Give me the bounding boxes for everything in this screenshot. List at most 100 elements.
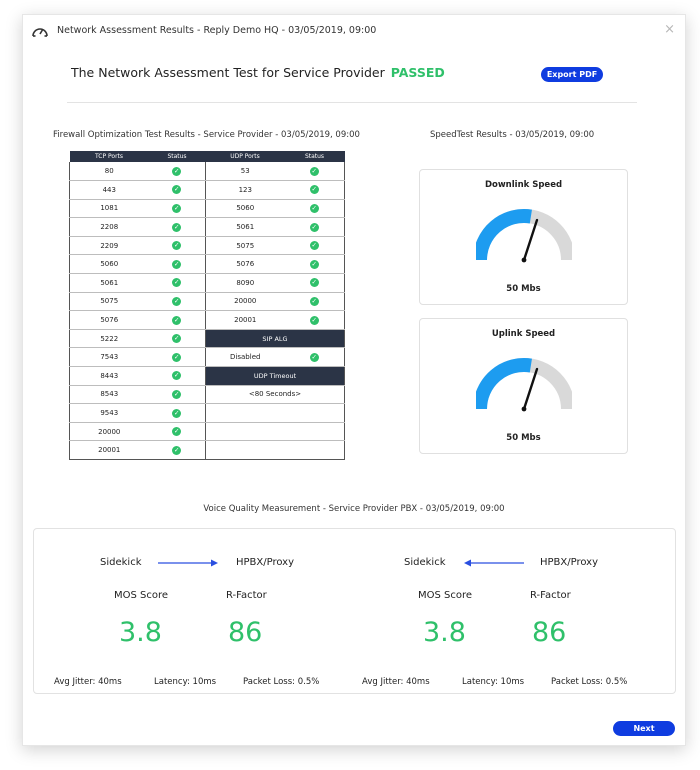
tcp-status-cell: ✓ [148,162,206,182]
status-check-icon: ✓ [309,278,319,288]
tcp-status-cell: ✓ [148,292,206,312]
status-check-icon: ✓ [172,185,182,195]
sip-alg-header: SIP ALG [205,329,345,349]
table-row: 5075 ✓ 20000 ✓ [69,292,345,312]
window-title: Network Assessment Results - Reply Demo … [57,25,377,36]
downlink-gauge [476,209,572,263]
tcp-port-cell: 2208 [69,217,149,237]
column-header: TCP Ports [69,151,149,162]
close-icon[interactable]: × [664,22,675,37]
latency: Latency: 10ms [154,677,217,687]
divider [67,102,637,103]
table-row: 20001 ✓ [69,440,345,460]
empty-cell [205,440,345,460]
export-pdf-button[interactable]: Export PDF [541,67,603,82]
source-label: Sidekick [404,557,446,568]
table-row: 80 ✓ 53 ✓ [69,162,345,182]
table-row: 5076 ✓ 20001 ✓ [69,310,345,330]
table-row: 5222 ✓ SIP ALG [69,329,345,349]
uplink-value: 50 Mbs [506,433,541,443]
tcp-status-cell: ✓ [148,366,206,386]
table-row: 5061 ✓ 8090 ✓ [69,273,345,293]
tcp-status-cell: ✓ [148,199,206,219]
uplink-gauge [476,358,572,412]
table-row: 8543 ✓ <80 Seconds> [69,385,345,405]
table-row: 1081 ✓ 5060 ✓ [69,199,345,219]
voice-quality-title: Voice Quality Measurement - Service Prov… [203,504,505,514]
status-check-icon: ✓ [172,408,182,418]
tcp-status-cell: ✓ [148,217,206,237]
gauge-hub [521,406,527,412]
udp-status-cell: ✓ [284,310,345,330]
status-check-icon: ✓ [172,166,182,176]
udp-status-cell: ✓ [284,236,345,256]
tcp-port-cell: 443 [69,180,149,200]
udp-timeout-value: <80 Seconds> [205,385,345,405]
packet-loss: Packet Loss: 0.5% [551,677,628,687]
udp-port-cell: 5060 [205,199,285,219]
column-header: UDP Ports [205,151,285,162]
assessment-results-dialog: Network Assessment Results - Reply Demo … [22,14,686,746]
title-bar: Network Assessment Results - Reply Demo … [23,15,685,49]
status-check-icon: ✓ [309,259,319,269]
status-check-icon: ✓ [172,203,182,213]
tcp-port-cell: 80 [69,162,149,182]
udp-port-cell: 5061 [205,217,285,237]
status-check-icon: ✓ [309,296,319,306]
mos-score-label: MOS Score [114,590,169,601]
udp-status-cell: ✓ [284,180,345,200]
column-header: Status [148,151,206,162]
tcp-status-cell: ✓ [148,347,206,368]
downlink-title: Downlink Speed [484,180,563,190]
firewall-table-body: 80 ✓ 53 ✓ 443 ✓ 123 ✓ 1081 ✓ 5060 ✓ 2208 ✓ 5061 ✓ 2209 ✓ 5… [69,162,345,460]
tcp-port-cell: 8443 [69,366,149,386]
r-factor-label: R-Factor [226,590,267,601]
tcp-status-cell: ✓ [148,273,206,293]
tcp-port-cell: 1081 [69,199,149,219]
target-label: HPBX/Proxy [236,557,295,568]
gauge-fill [476,209,532,261]
status-check-icon: ✓ [309,315,319,325]
empty-cell [205,403,345,423]
status-check-icon: ✓ [172,278,182,288]
table-row: 20000 ✓ [69,422,345,442]
sip-alg-status-cell: ✓ [284,347,345,368]
udp-status-cell: ✓ [284,273,345,293]
status-check-icon: ✓ [309,222,319,232]
udp-timeout-header: UDP Timeout [205,366,345,386]
uplink-title: Uplink Speed [491,329,556,339]
status-check-icon: ✓ [172,389,182,399]
column-header: Status [284,151,345,162]
next-button[interactable]: Next [613,721,675,736]
table-row: 5060 ✓ 5076 ✓ [69,254,345,275]
status-check-icon: ✓ [309,241,319,251]
udp-port-cell: 53 [205,162,285,182]
status-check-icon: ✓ [172,296,182,306]
tcp-port-cell: 8543 [69,385,149,405]
table-row: 443 ✓ 123 ✓ [69,180,345,200]
status-check-icon: ✓ [309,352,319,362]
status-check-icon: ✓ [172,352,182,362]
target-label: HPBX/Proxy [540,557,599,568]
uplink-speed-card: Uplink Speed 50 Mbs [419,318,628,454]
mos-score-value: 3.8 [119,617,162,648]
udp-port-cell: 20000 [205,292,285,312]
tcp-port-cell: 20000 [69,422,149,442]
r-factor-value: 86 [228,617,263,648]
downlink-speed-card: Downlink Speed 50 Mbs [419,169,628,305]
gauge-fill [476,358,532,410]
tcp-status-cell: ✓ [148,329,206,349]
tcp-port-cell: 20001 [69,440,149,460]
status-check-icon: ✓ [172,259,182,269]
table-header-row: TCP Ports Status UDP Ports Status [69,151,345,162]
udp-port-cell: 123 [205,180,285,200]
table-row: 9543 ✓ [69,403,345,423]
packet-loss: Packet Loss: 0.5% [243,677,320,687]
udp-status-cell: ✓ [284,292,345,312]
tcp-status-cell: ✓ [148,385,206,405]
tcp-port-cell: 5076 [69,310,149,330]
voice-panel-inbound: Sidekick HPBX/Proxy MOS Score R-Factor 3… [342,529,652,695]
udp-port-cell: 8090 [205,273,285,293]
status-check-icon: ✓ [172,371,182,381]
status-check-icon: ✓ [172,334,182,344]
